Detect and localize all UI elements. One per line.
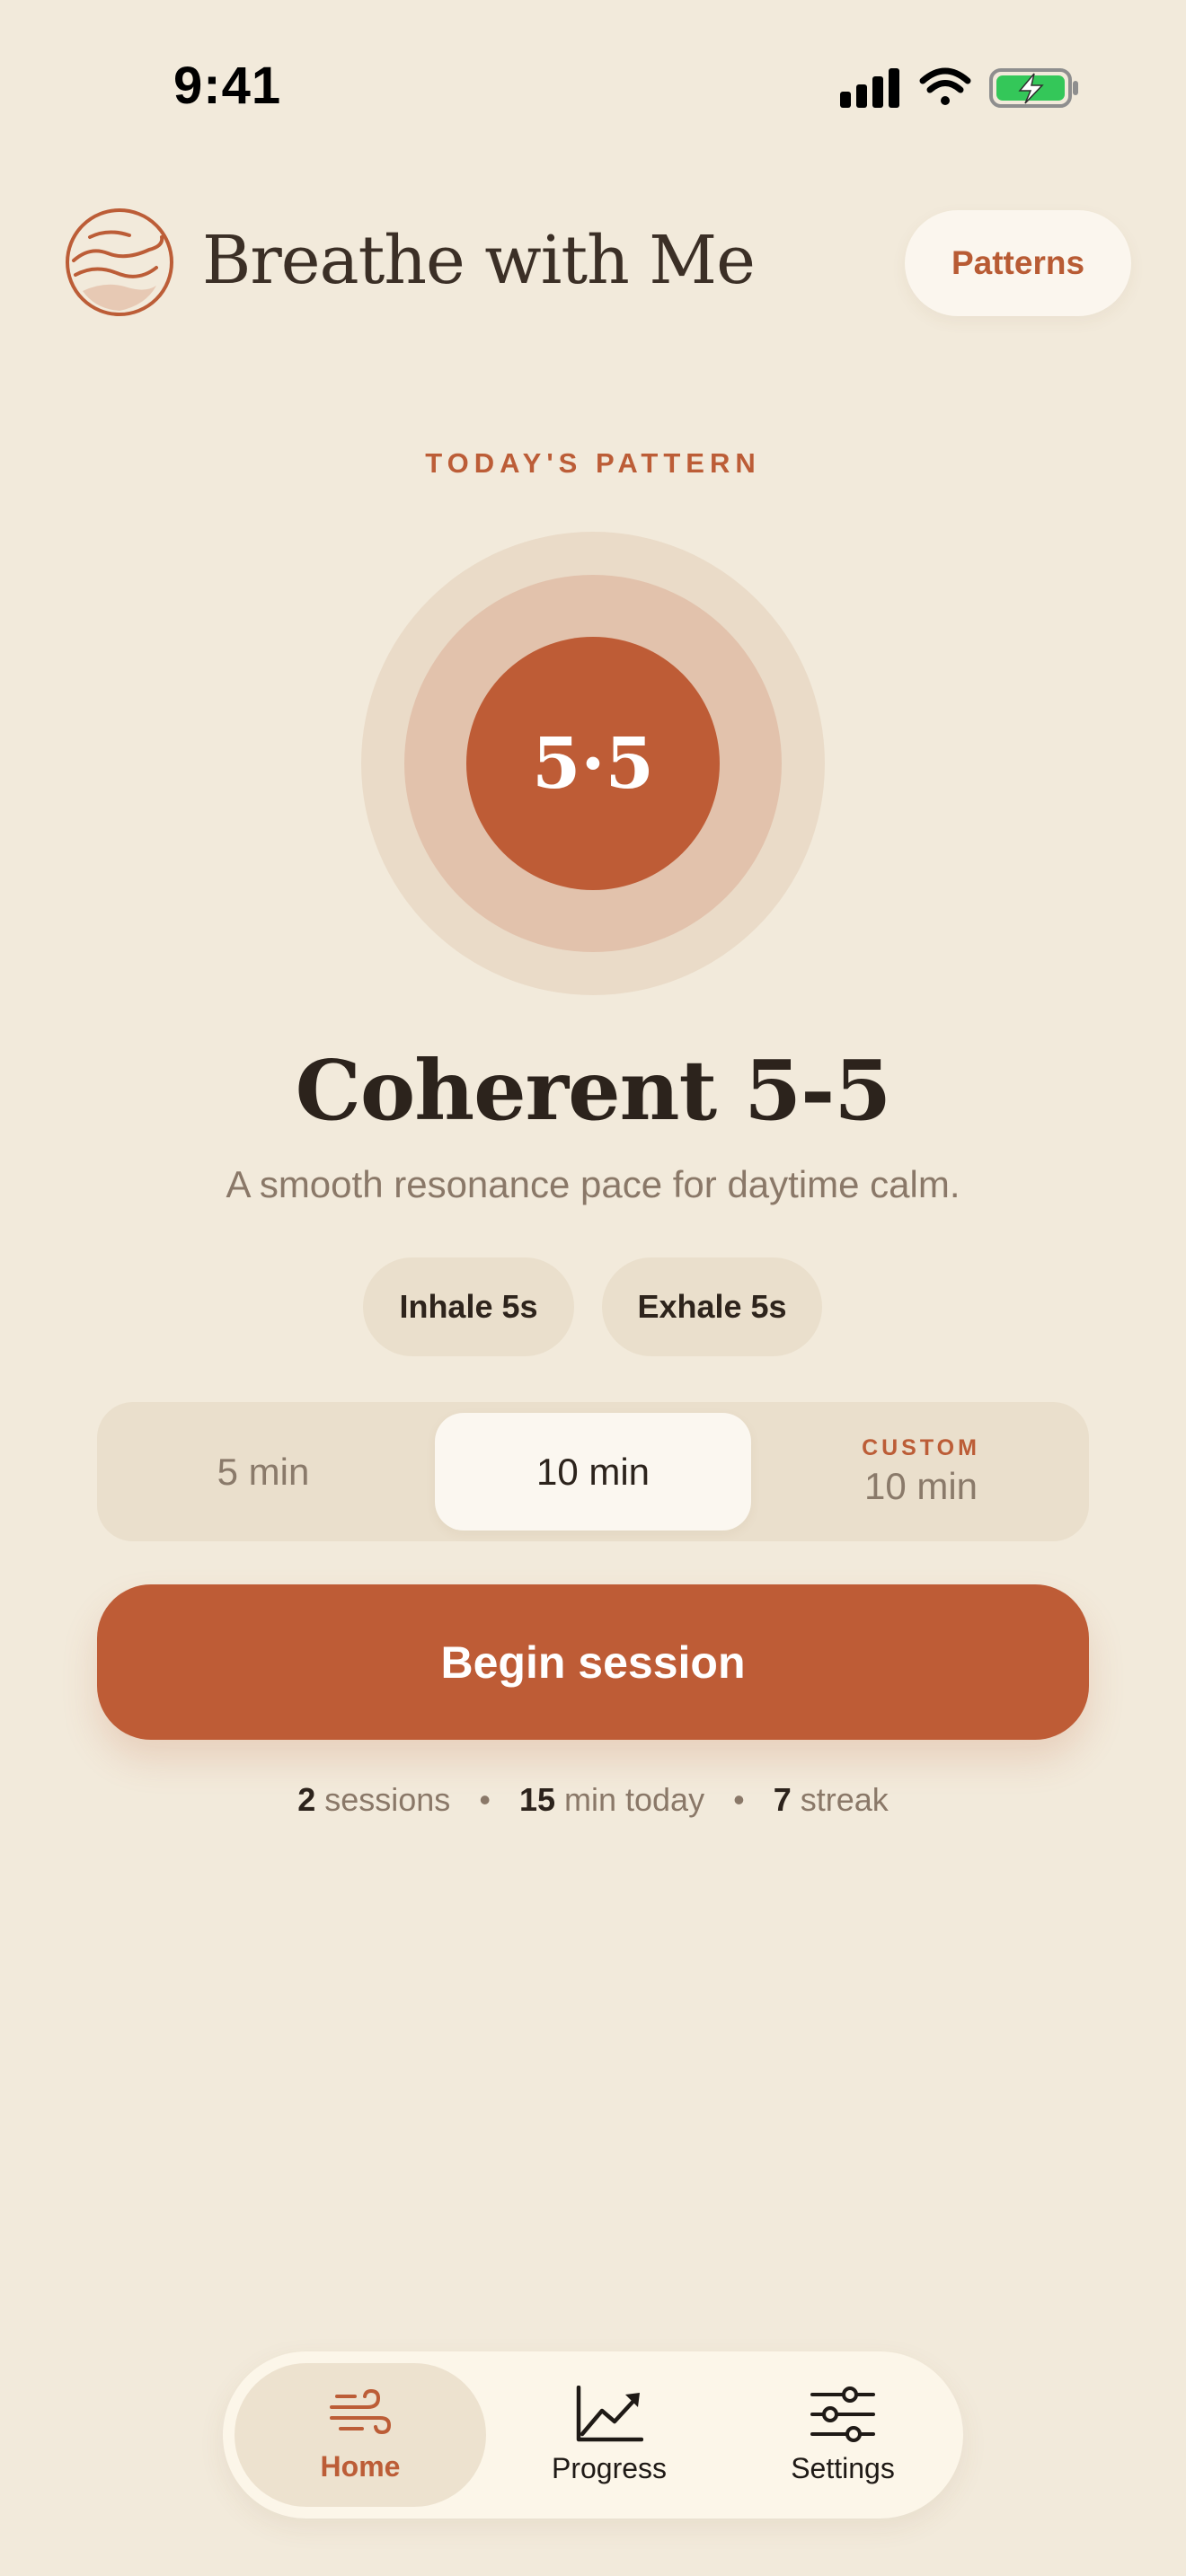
patterns-button[interactable]: Patterns <box>905 210 1131 316</box>
stats-separator: • <box>733 1781 745 1818</box>
streak-label: streak <box>800 1781 889 1818</box>
duration-option-10-min[interactable]: 10 min <box>435 1413 751 1531</box>
tab-progress-label: Progress <box>551 2451 668 2484</box>
chart-up-icon <box>576 2385 643 2441</box>
sessions-label: sessions <box>324 1781 451 1818</box>
battery-charging-icon <box>989 68 1078 108</box>
duration-option-5-min[interactable]: 5 min <box>97 1402 429 1541</box>
pattern-title: Coherent 5-5 <box>295 1042 892 1139</box>
status-time: 9:41 <box>173 57 282 115</box>
wind-icon <box>330 2388 392 2434</box>
tab-settings-label: Settings <box>791 2451 895 2484</box>
cellular-signal-icon <box>840 68 899 108</box>
custom-duration-label: CUSTOM <box>862 1435 980 1460</box>
sliders-icon <box>810 2386 875 2442</box>
tab-home[interactable]: Home <box>235 2363 486 2507</box>
duration-option-custom[interactable]: CUSTOM 10 min <box>753 1402 1089 1541</box>
exhale-chip: Exhale 5s <box>602 1257 822 1356</box>
custom-duration-value: 10 min <box>863 1465 978 1507</box>
begin-session-button[interactable]: Begin session <box>97 1584 1089 1740</box>
todays-pattern-eyebrow: TODAY'S PATTERN <box>425 447 761 479</box>
breath-ratio-label: 5·5 <box>532 722 654 805</box>
app-logo-icon <box>66 208 173 316</box>
minutes-count: 15 <box>518 1781 555 1818</box>
streak-count: 7 <box>773 1781 792 1818</box>
today-stats: 2 sessions • 15 min today • 7 streak <box>0 1781 1186 1819</box>
breath-ring-core[interactable]: 5·5 <box>466 637 720 890</box>
sessions-count: 2 <box>297 1781 316 1818</box>
status-icons <box>840 67 1078 108</box>
tab-settings[interactable]: Settings <box>726 2363 960 2507</box>
stats-separator: • <box>479 1781 491 1818</box>
bottom-tab-bar: Home Progress Settings <box>223 2351 963 2519</box>
inhale-chip: Inhale 5s <box>363 1257 574 1356</box>
tab-progress[interactable]: Progress <box>492 2363 726 2507</box>
duration-selector: 5 min 10 min CUSTOM 10 min <box>97 1402 1089 1541</box>
pattern-subtitle: A smooth resonance pace for daytime calm… <box>226 1163 960 1205</box>
app-title: Breathe with Me <box>202 222 756 299</box>
wifi-icon <box>919 67 971 105</box>
minutes-label: min today <box>564 1781 705 1818</box>
tab-home-label: Home <box>320 2449 401 2483</box>
